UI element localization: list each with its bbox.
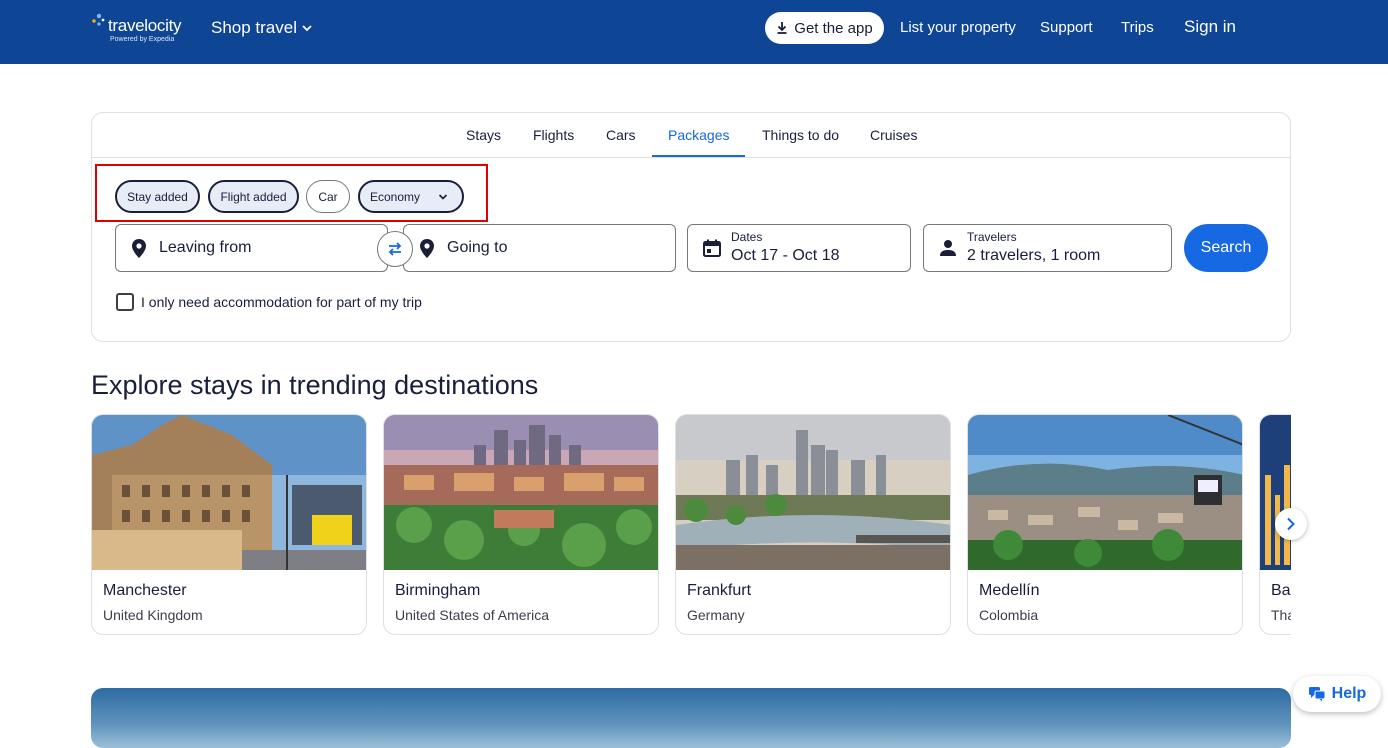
destination-country: Colombia [979, 607, 1039, 623]
list-your-property-link[interactable]: List your property [900, 19, 1016, 36]
chevron-down-icon [438, 193, 448, 200]
car-chip[interactable]: Car [306, 180, 350, 213]
destination-city: Birmingham [395, 582, 481, 599]
trips-link[interactable]: Trips [1121, 19, 1154, 36]
destination-city: Ba [1271, 582, 1291, 599]
destination-country: Germany [687, 607, 745, 623]
frankfurt-photo [676, 415, 950, 570]
calendar-icon [703, 239, 721, 257]
person-icon [940, 240, 956, 256]
logo-wordmark: travelocity [108, 16, 182, 35]
leaving-from-field[interactable]: Leaving from [115, 224, 388, 272]
logo-star-icon [92, 13, 105, 26]
cabin-class-value: Economy [370, 189, 421, 204]
tab-packages[interactable]: Packages [668, 127, 729, 143]
tab-cars[interactable]: Cars [606, 127, 636, 143]
destination-card-medellin[interactable]: Medellín Colombia [967, 414, 1243, 635]
destination-card-birmingham[interactable]: Birmingham United States of America [383, 414, 659, 635]
travelers-field[interactable]: Travelers 2 travelers, 1 room [923, 224, 1172, 272]
product-tabs: Stays Flights Cars Packages Things to do… [92, 113, 1290, 158]
logo-powered-by: Powered by Expedia [110, 36, 175, 43]
destination-country: United Kingdom [103, 607, 203, 623]
explore-section-title: Explore stays in trending destinations [91, 370, 539, 400]
partial-destination-photo [1260, 415, 1291, 570]
destination-card-manchester[interactable]: Manchester United Kingdom [91, 414, 367, 635]
dates-field[interactable]: Dates Oct 17 - Oct 18 [687, 224, 911, 272]
partial-stay-label: I only need accommodation for part of my… [141, 294, 422, 310]
birmingham-photo [384, 415, 658, 570]
shop-travel-label: Shop travel [211, 18, 297, 37]
going-to-field[interactable]: Going to [403, 224, 676, 272]
search-form-card: Stays Flights Cars Packages Things to do… [91, 112, 1291, 342]
chevron-right-icon [1287, 517, 1295, 531]
sign-in-link[interactable]: Sign in [1184, 17, 1236, 37]
travelers-value: 2 travelers, 1 room [967, 247, 1101, 264]
carousel-next-button[interactable] [1275, 508, 1307, 540]
site-header: travelocity Powered by Expedia Shop trav… [0, 0, 1388, 64]
destination-city: Frankfurt [687, 582, 752, 599]
destination-country: Tha [1271, 607, 1291, 623]
partial-stay-checkbox[interactable] [116, 293, 134, 311]
active-tab-indicator [652, 155, 745, 157]
support-link[interactable]: Support [1040, 19, 1093, 36]
get-the-app-label: Get the app [794, 19, 873, 37]
search-button[interactable]: Search [1184, 224, 1268, 272]
tab-things-to-do[interactable]: Things to do [762, 127, 839, 143]
destination-country: United States of America [395, 607, 550, 623]
map-pin-icon [420, 239, 434, 258]
help-label: Help [1331, 685, 1367, 702]
chat-icon [1308, 687, 1326, 702]
leaving-from-placeholder: Leaving from [159, 239, 252, 256]
manchester-photo [92, 415, 366, 570]
stay-added-chip[interactable]: Stay added [115, 180, 200, 213]
shop-travel-menu[interactable]: Shop travel [211, 18, 313, 38]
tab-stays[interactable]: Stays [466, 127, 501, 143]
tab-cruises[interactable]: Cruises [870, 127, 917, 143]
dates-label: Dates [731, 230, 763, 244]
help-button[interactable]: Help [1293, 676, 1381, 712]
tab-flights[interactable]: Flights [533, 127, 574, 143]
going-to-placeholder: Going to [447, 239, 508, 256]
flight-added-chip[interactable]: Flight added [208, 180, 299, 213]
travelocity-logo[interactable]: travelocity Powered by Expedia [90, 12, 190, 48]
destination-city: Manchester [103, 582, 187, 599]
swap-icon [388, 242, 402, 256]
map-pin-icon [132, 239, 146, 258]
chevron-down-icon [302, 25, 312, 32]
swap-locations-button[interactable] [377, 231, 413, 267]
download-icon [777, 22, 787, 34]
destination-card-frankfurt[interactable]: Frankfurt Germany [675, 414, 951, 635]
destination-carousel: Manchester United Kingdom Birmingham Uni… [91, 414, 1291, 636]
destination-city: Medellín [979, 582, 1040, 599]
travelers-label: Travelers [967, 230, 1017, 244]
get-the-app-button[interactable]: Get the app [765, 12, 884, 44]
cabin-class-select[interactable]: Economy [358, 180, 464, 213]
promo-banner-image [91, 688, 1291, 748]
medellin-photo [968, 415, 1242, 570]
dates-value: Oct 17 - Oct 18 [731, 247, 840, 264]
